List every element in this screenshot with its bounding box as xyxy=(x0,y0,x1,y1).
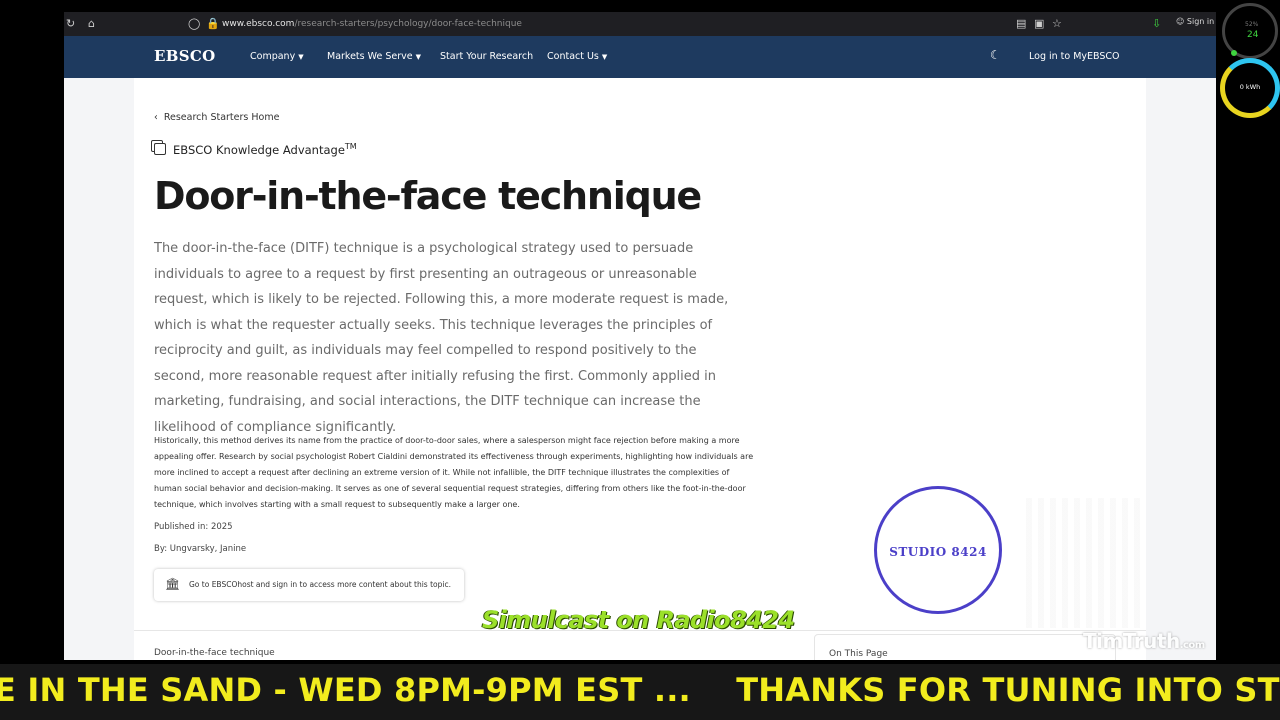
page-title: Door-in-the-face technique xyxy=(154,174,702,218)
login-link[interactable]: Log in to MyEBSCO xyxy=(1029,51,1120,62)
url-path: /research-starters/psychology/door-face-… xyxy=(294,19,522,29)
profile-button[interactable]: ☺ Sign in xyxy=(1176,17,1214,26)
cpu-gauge-small: 52% xyxy=(1245,21,1259,28)
ebscohost-link-text: Go to EBSCOhost and sign in to access mo… xyxy=(189,580,451,589)
watermark-suffix: .com xyxy=(1179,640,1206,651)
browser-toolbar: ↻ ⌂ ◯ 🔒 www.ebsco.com/research-starters/… xyxy=(64,12,1216,36)
browser-window: ↻ ⌂ ◯ 🔒 www.ebsco.com/research-starters/… xyxy=(64,12,1216,660)
energy-gauge-value: 0 kWh xyxy=(1239,83,1261,91)
chevron-down-icon: ▼ xyxy=(601,53,608,61)
news-ticker: E IN THE SAND - WED 8PM-9PM EST ... THAN… xyxy=(0,664,1280,720)
simulcast-caption: Simulcast on Radio8424 xyxy=(482,606,795,634)
download-icon[interactable]: ⇩ xyxy=(1152,16,1161,32)
nav-markets[interactable]: Markets We Serve ▼ xyxy=(327,51,421,62)
brand-name: EBSCO Knowledge Advantage xyxy=(173,143,345,157)
bookmark-star-icon[interactable]: ☆ xyxy=(1052,16,1062,32)
screenshot-icon[interactable]: ▣ xyxy=(1034,16,1044,32)
url-domain: www.ebsco.com xyxy=(222,19,295,29)
chevron-down-icon: ▼ xyxy=(298,53,304,61)
nav-start-research[interactable]: Start Your Research xyxy=(440,51,533,62)
timtruth-watermark: TimTruth.com xyxy=(1083,629,1205,653)
cpu-gauge: 52% 24 xyxy=(1222,3,1278,59)
home-icon[interactable]: ⌂ xyxy=(88,16,95,32)
nav-contact[interactable]: Contact Us ▼ xyxy=(547,51,607,62)
nav-company[interactable]: Company ▼ xyxy=(250,51,304,62)
energy-gauge: 0 kWh xyxy=(1220,58,1280,118)
studio-badge-text: STUDIO 8424 xyxy=(889,545,987,559)
reload-icon[interactable]: ↻ xyxy=(66,16,75,32)
address-bar[interactable]: www.ebsco.com/research-starters/psycholo… xyxy=(222,17,522,31)
site-header: EBSCO Company ▼ Markets We Serve ▼ Start Y… xyxy=(64,36,1216,78)
article-body: Historically, this method derives its na… xyxy=(154,436,754,509)
on-this-page-box[interactable]: On This Page xyxy=(814,634,1116,660)
back-link[interactable]: ‹ Research Starters Home xyxy=(154,112,279,123)
on-this-page-label: On This Page xyxy=(829,649,888,659)
toc-heading: Door-in-the-face technique xyxy=(154,648,275,658)
reader-icon[interactable]: ▤ xyxy=(1016,16,1026,32)
chevron-left-icon: ‹ xyxy=(154,112,164,123)
nav-company-label: Company xyxy=(250,51,296,62)
trademark: TM xyxy=(344,142,357,152)
profile-icon: ☺ xyxy=(1176,17,1187,26)
copy-icon xyxy=(154,143,166,155)
back-link-label: Research Starters Home xyxy=(163,112,280,123)
nav-contact-label: Contact Us xyxy=(547,51,599,62)
knowledge-advantage-label: EBSCO Knowledge AdvantageTM xyxy=(154,142,357,157)
shield-icon[interactable]: ◯ xyxy=(188,16,200,32)
nav-start-research-label: Start Your Research xyxy=(440,51,534,62)
dark-mode-icon[interactable]: ☾ xyxy=(990,48,1001,62)
author-line: By: Ungvarsky, Janine xyxy=(154,544,247,554)
institution-icon: 🏛 xyxy=(165,577,181,591)
faded-qr-watermark xyxy=(1026,498,1146,628)
watermark-name: TimTruth xyxy=(1083,629,1180,653)
studio-badge: STUDIO 8424 xyxy=(874,486,1002,614)
cpu-gauge-value: 24 xyxy=(1247,30,1259,40)
ebscohost-link[interactable]: 🏛 Go to EBSCOhost and sign in to access … xyxy=(154,569,464,601)
status-dot xyxy=(1231,50,1237,56)
ticker-text: E IN THE SAND - WED 8PM-9PM EST ... THAN… xyxy=(0,671,1280,709)
published-date: Published in: 2025 xyxy=(154,522,233,532)
nav-markets-label: Markets We Serve xyxy=(327,51,413,62)
chevron-down-icon: ▼ xyxy=(415,53,421,61)
article-lead: The door-in-the-face (DITF) technique is… xyxy=(154,241,729,435)
profile-label: Sign in xyxy=(1186,17,1215,26)
ebsco-logo[interactable]: EBSCO xyxy=(154,47,215,65)
lock-icon[interactable]: 🔒 xyxy=(206,16,220,32)
